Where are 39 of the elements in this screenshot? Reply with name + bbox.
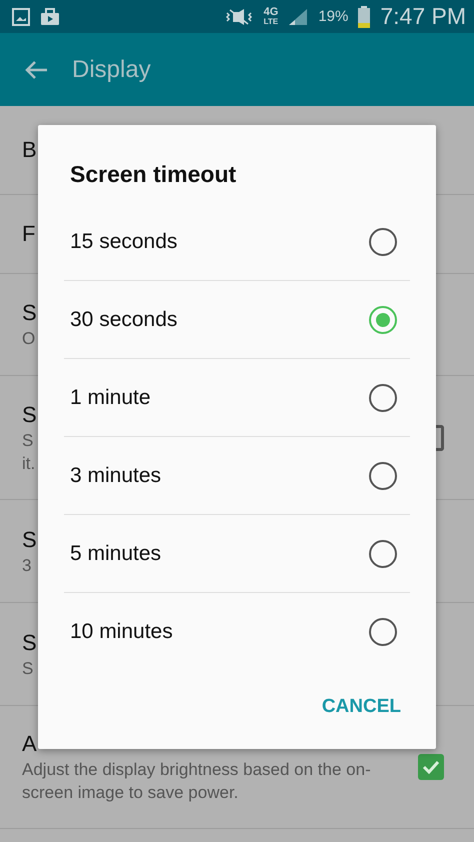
setting-summary: S bbox=[22, 658, 34, 680]
gallery-icon bbox=[12, 8, 30, 26]
network-type: 4G LTE bbox=[264, 8, 278, 26]
battery-icon bbox=[358, 6, 370, 28]
radio-button[interactable] bbox=[369, 306, 397, 334]
setting-summary: O bbox=[22, 328, 36, 350]
signal-icon bbox=[288, 8, 308, 26]
back-icon[interactable] bbox=[24, 60, 48, 80]
timeout-option[interactable]: 3 minutes bbox=[64, 437, 410, 515]
vibrate-mute-icon bbox=[224, 8, 254, 26]
setting-title: S bbox=[22, 299, 37, 327]
dialog-title: Screen timeout bbox=[69, 160, 238, 189]
briefcase-icon bbox=[40, 8, 60, 26]
radio-button[interactable] bbox=[369, 384, 397, 412]
setting-title: F bbox=[22, 220, 36, 248]
timeout-option[interactable]: 10 minutes bbox=[64, 593, 410, 670]
setting-summary: it. bbox=[22, 452, 36, 474]
timeout-option[interactable]: 1 minute bbox=[64, 359, 410, 437]
checkmark-icon bbox=[422, 760, 440, 774]
clock: 7:47 PM bbox=[380, 3, 466, 30]
radio-button[interactable] bbox=[369, 540, 397, 568]
screen-title: Display bbox=[72, 56, 151, 84]
setting-summary: S bbox=[22, 430, 34, 452]
radio-button[interactable] bbox=[369, 618, 397, 646]
timeout-option[interactable]: 30 seconds bbox=[64, 281, 410, 359]
setting-summary: screen image to save power. bbox=[22, 782, 238, 804]
battery-percent: 19% bbox=[318, 8, 348, 25]
setting-title: S bbox=[22, 400, 37, 428]
setting-title: S bbox=[22, 526, 37, 554]
radio-button[interactable] bbox=[369, 228, 397, 256]
timeout-option[interactable]: 15 seconds bbox=[64, 203, 410, 281]
setting-title: B bbox=[22, 136, 37, 164]
setting-summary: 3 bbox=[22, 554, 32, 576]
setting-title: A bbox=[22, 730, 37, 758]
timeout-option[interactable]: 5 minutes bbox=[64, 515, 410, 593]
setting-title: S bbox=[22, 628, 37, 656]
radio-button[interactable] bbox=[369, 462, 397, 490]
setting-summary: Adjust the display brightness based on the on- bbox=[22, 759, 371, 781]
checkbox[interactable] bbox=[418, 754, 444, 780]
